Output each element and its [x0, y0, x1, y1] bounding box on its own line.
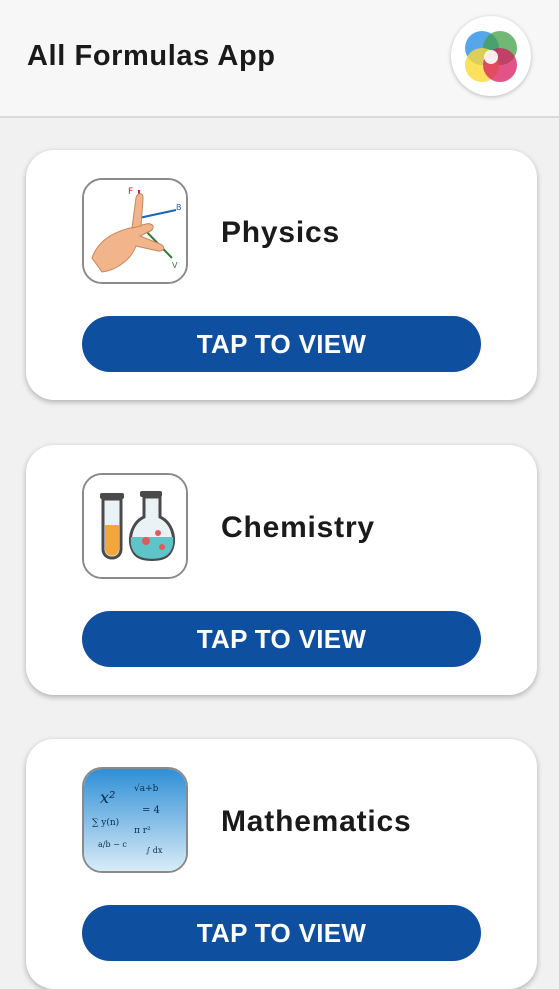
tap-to-view-button-mathematics[interactable]: TAP TO VIEW: [82, 905, 481, 961]
subject-title-physics: Physics: [221, 216, 341, 249]
app-title: All Formulas App: [27, 40, 276, 72]
tap-to-view-button-physics[interactable]: TAP TO VIEW: [82, 316, 481, 372]
svg-text:√a+b: √a+b: [134, 783, 159, 794]
physics-hand-rule-icon: F B V: [82, 178, 188, 284]
app-bar: All Formulas App: [0, 0, 559, 118]
tap-to-view-button-chemistry[interactable]: TAP TO VIEW: [82, 611, 481, 667]
subject-card-physics: F B V Physics TAP TO VIEW: [26, 150, 537, 400]
subject-card-chemistry: Chemistry TAP TO VIEW: [26, 445, 537, 695]
svg-text:a/b − c: a/b − c: [98, 840, 127, 849]
chemistry-flask-icon: [82, 473, 188, 579]
svg-text:= 4: = 4: [142, 805, 160, 816]
svg-text:V: V: [172, 261, 178, 270]
subject-title-chemistry: Chemistry: [221, 511, 375, 544]
subject-card-mathematics: x² √a+b = 4 ∑ y(n) π r² a/b − c ∫ dx Mat…: [26, 739, 537, 989]
mathematics-formulas-icon: x² √a+b = 4 ∑ y(n) π r² a/b − c ∫ dx: [82, 767, 188, 873]
svg-text:F: F: [128, 187, 133, 197]
svg-text:B: B: [176, 203, 182, 212]
svg-text:∫ dx: ∫ dx: [146, 846, 163, 855]
svg-text:x²: x²: [100, 788, 115, 807]
app-logo-icon[interactable]: [451, 16, 531, 96]
svg-text:π r²: π r²: [134, 826, 151, 836]
subject-title-mathematics: Mathematics: [221, 805, 412, 838]
svg-text:∑ y(n): ∑ y(n): [92, 817, 119, 828]
